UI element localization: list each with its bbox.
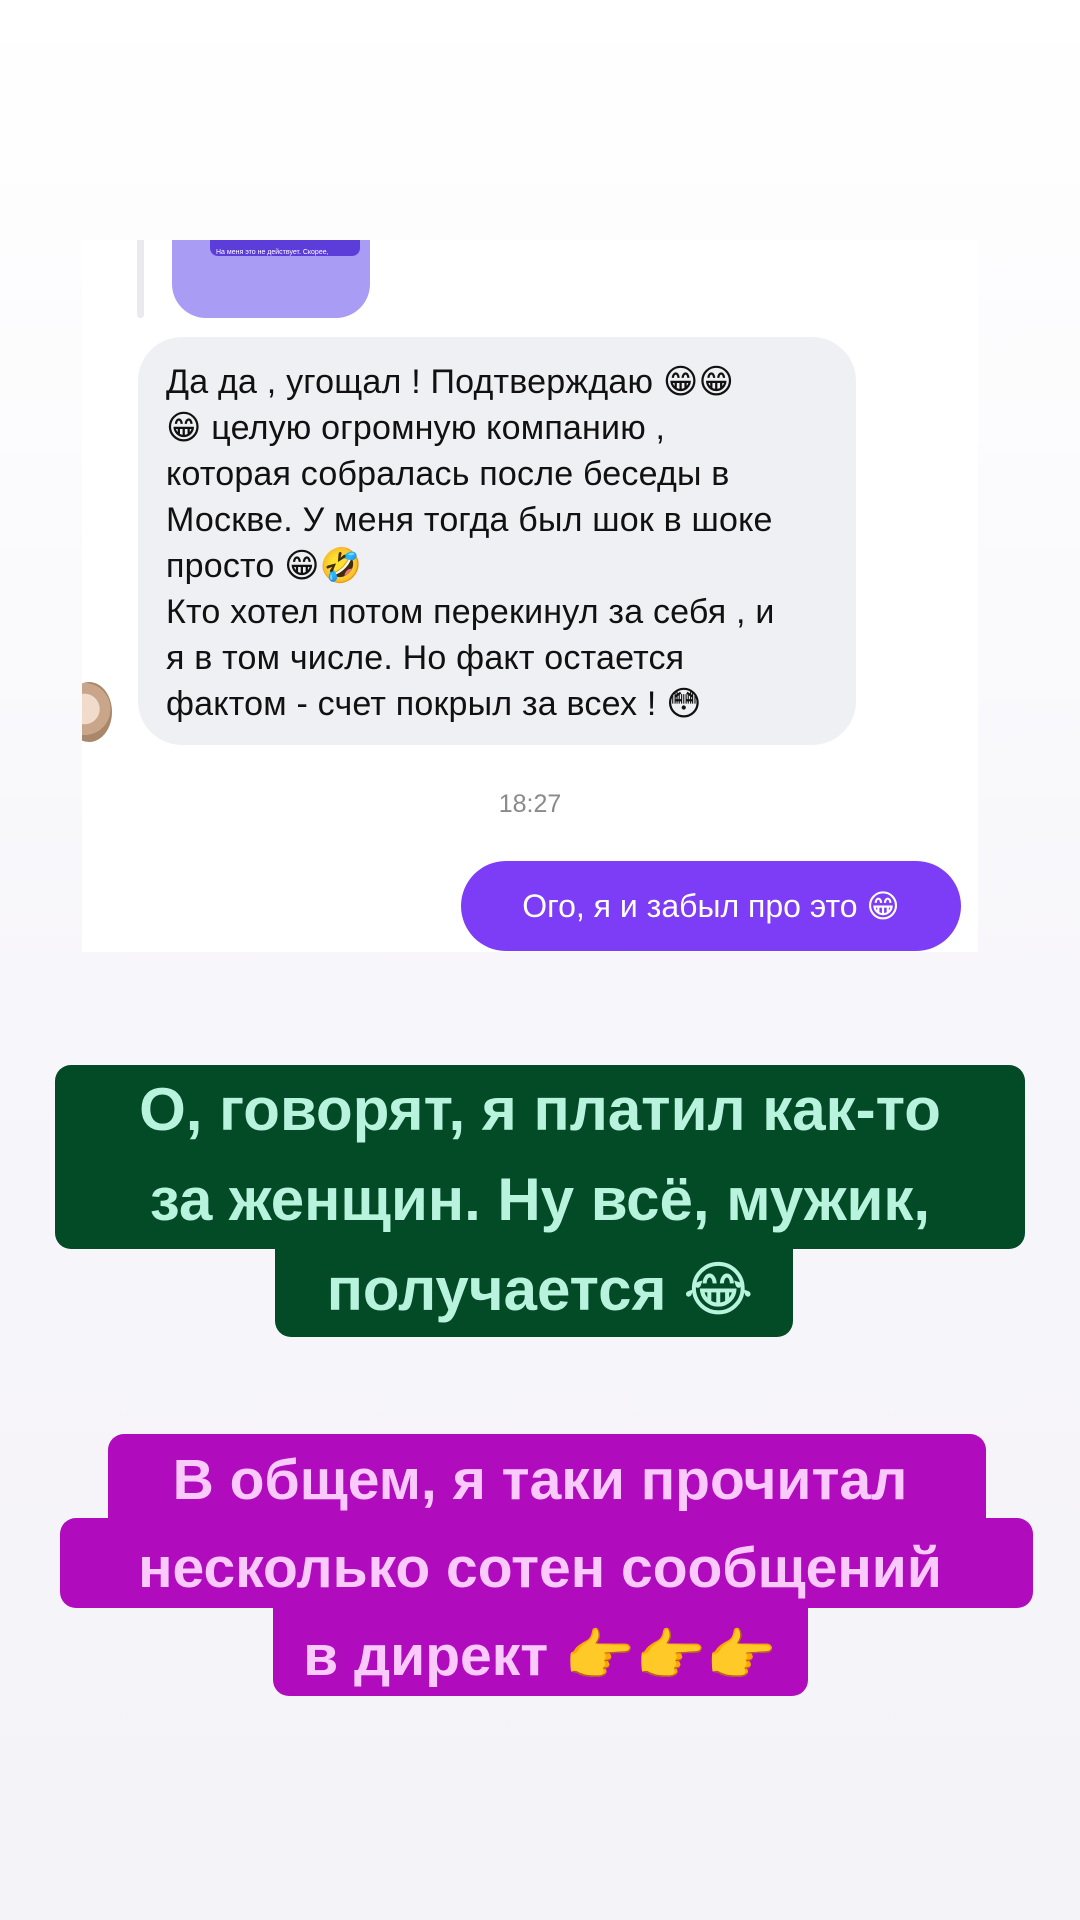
chat-screenshot: На меня это не действует. Скорее, наобор… [82,240,978,952]
caption-text-2: В общем, я таки прочитал несколько сотен… [138,1448,942,1688]
avatar[interactable] [82,682,112,742]
message-timestamp: 18:27 [498,790,562,818]
caption-text-1: О, говорят, я платил как-то за женщин. Н… [139,1076,941,1323]
caption-sticker-1: О, говорят, я платил как-то за женщин. Н… [0,1063,1080,1339]
outgoing-message-bubble[interactable]: Ого, я и забыл про это 😁 [461,861,961,951]
reply-quote-bar [137,240,144,318]
incoming-message-text: Да да , угощал ! Подтверждаю 😁😁 😁 целую … [166,363,775,723]
incoming-message-bubble[interactable]: Да да , угощал ! Подтверждаю 😁😁 😁 целую … [138,337,856,745]
reply-preview-text: На меня это не действует. Скорее, наобор… [210,240,360,256]
reply-preview: На меня это не действует. Скорее, наобор… [172,240,370,318]
caption-sticker-2: В общем, я таки прочитал несколько сотен… [0,1432,1080,1698]
